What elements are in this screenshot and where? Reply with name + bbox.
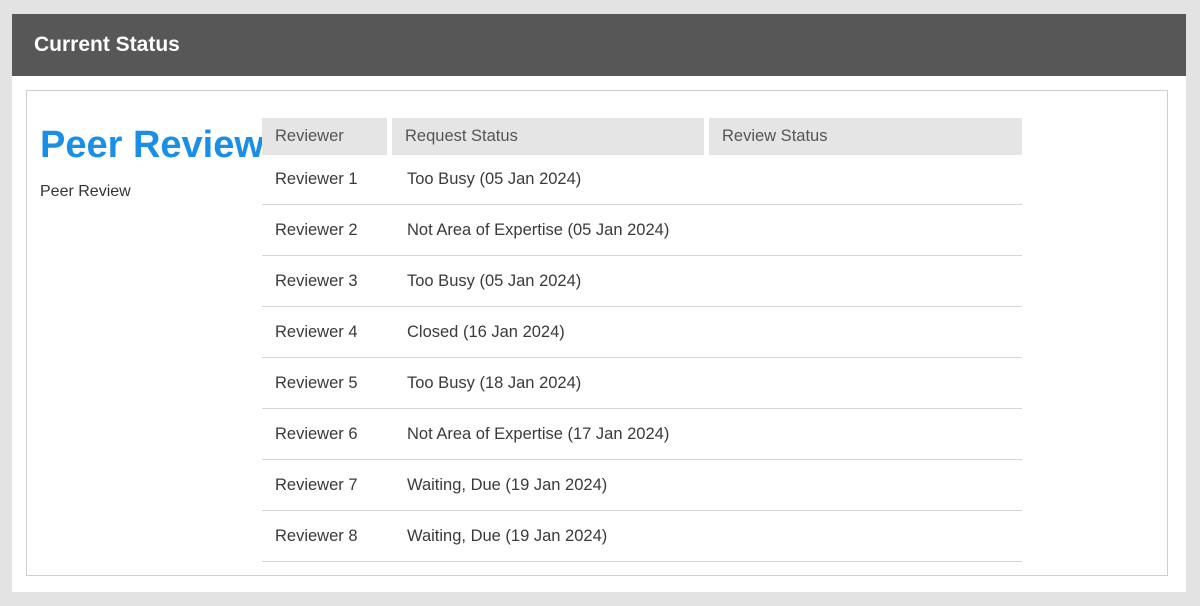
peer-review-section: Peer Review Peer Review Reviewer Request… [26, 90, 1168, 576]
reviewers-table: Reviewer Request Status Review Status Re… [262, 118, 1022, 562]
reviewer-cell: Reviewer 1 [262, 155, 392, 205]
section-subtitle: Peer Review [40, 183, 131, 200]
request-status-cell: Too Busy (18 Jan 2024) [392, 358, 709, 409]
request-status-cell: Too Busy (05 Jan 2024) [392, 155, 709, 205]
review-status-cell [709, 307, 1022, 358]
current-status-panel: Current Status Peer Review Peer Review R… [12, 14, 1186, 592]
column-header-reviewer: Reviewer [262, 118, 392, 155]
column-header-review-status: Review Status [709, 118, 1022, 155]
request-status-cell: Closed (16 Jan 2024) [392, 307, 709, 358]
panel-header: Current Status [12, 14, 1186, 76]
request-status-cell: Not Area of Expertise (05 Jan 2024) [392, 205, 709, 256]
table-row: Reviewer 2 Not Area of Expertise (05 Jan… [262, 205, 1022, 256]
table-row: Reviewer 7 Waiting, Due (19 Jan 2024) [262, 460, 1022, 511]
table-row: Reviewer 3 Too Busy (05 Jan 2024) [262, 256, 1022, 307]
reviewer-cell: Reviewer 2 [262, 205, 392, 256]
reviewer-cell: Reviewer 7 [262, 460, 392, 511]
request-status-cell: Waiting, Due (19 Jan 2024) [392, 511, 709, 562]
review-status-cell [709, 256, 1022, 307]
table-row: Reviewer 5 Too Busy (18 Jan 2024) [262, 358, 1022, 409]
request-status-cell: Not Area of Expertise (17 Jan 2024) [392, 409, 709, 460]
review-status-cell [709, 409, 1022, 460]
table-row: Reviewer 8 Waiting, Due (19 Jan 2024) [262, 511, 1022, 562]
reviewer-cell: Reviewer 6 [262, 409, 392, 460]
review-status-cell [709, 205, 1022, 256]
review-status-cell [709, 511, 1022, 562]
section-heading: Peer Review [40, 124, 264, 166]
reviewer-cell: Reviewer 8 [262, 511, 392, 562]
request-status-cell: Waiting, Due (19 Jan 2024) [392, 460, 709, 511]
review-status-cell [709, 358, 1022, 409]
panel-title: Current Status [34, 33, 180, 56]
review-status-cell [709, 155, 1022, 205]
reviewer-cell: Reviewer 3 [262, 256, 392, 307]
reviewer-cell: Reviewer 5 [262, 358, 392, 409]
table-row: Reviewer 4 Closed (16 Jan 2024) [262, 307, 1022, 358]
review-status-cell [709, 460, 1022, 511]
request-status-cell: Too Busy (05 Jan 2024) [392, 256, 709, 307]
table-row: Reviewer 6 Not Area of Expertise (17 Jan… [262, 409, 1022, 460]
table-row: Reviewer 1 Too Busy (05 Jan 2024) [262, 155, 1022, 205]
reviewer-cell: Reviewer 4 [262, 307, 392, 358]
column-header-request-status: Request Status [392, 118, 709, 155]
table-header-row: Reviewer Request Status Review Status [262, 118, 1022, 155]
